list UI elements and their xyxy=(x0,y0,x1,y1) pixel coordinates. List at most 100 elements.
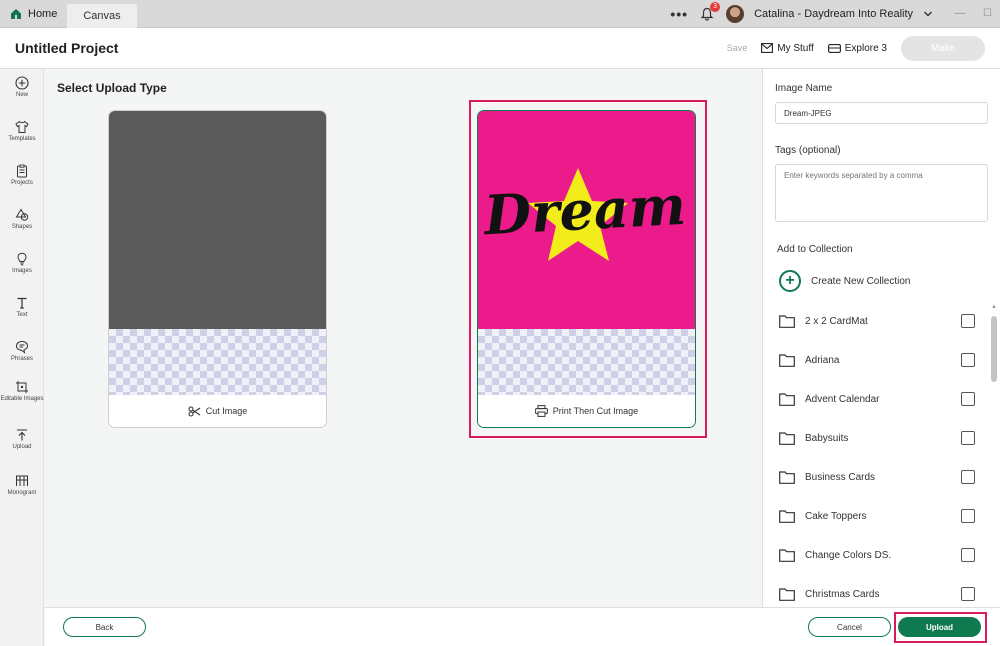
tags-label: Tags (optional) xyxy=(775,145,841,156)
collection-name: Business Cards xyxy=(805,471,876,483)
cut-image-caption: Cut Image xyxy=(109,395,326,427)
print-then-cut-caption: Print Then Cut Image xyxy=(478,395,695,427)
tab-home[interactable]: Home xyxy=(0,0,67,28)
user-name[interactable]: Catalina - Daydream Into Reality xyxy=(754,8,913,20)
scroll-thumb[interactable] xyxy=(991,316,997,382)
sidebar-item-templates[interactable]: Templates xyxy=(0,120,44,143)
window-controls: ― ☐ xyxy=(955,8,992,19)
speech-bubble-icon xyxy=(15,340,29,354)
folder-icon xyxy=(779,314,795,328)
collection-name: Adriana xyxy=(805,354,840,366)
sidebar-label: Images xyxy=(12,268,32,274)
cut-image-preview xyxy=(109,111,326,329)
sidebar-item-editable-images[interactable]: Editable Images xyxy=(0,380,44,403)
explore-button[interactable]: Explore 3 xyxy=(827,43,887,54)
collection-checkbox[interactable] xyxy=(961,470,975,484)
collection-item[interactable]: Christmas Cards xyxy=(779,583,975,605)
shapes-icon xyxy=(15,208,29,221)
collection-item[interactable]: Advent Calendar xyxy=(779,388,975,410)
collection-checkbox[interactable] xyxy=(961,587,975,601)
collection-name: Cake Toppers xyxy=(805,510,867,522)
sidebar-item-text[interactable]: Text xyxy=(0,296,44,319)
cut-image-card[interactable]: Cut Image xyxy=(108,110,327,428)
folder-icon xyxy=(779,353,795,367)
sidebar-label: Editable Images xyxy=(0,396,44,402)
sidebar-item-projects[interactable]: Projects xyxy=(0,164,44,187)
collection-item[interactable]: Adriana xyxy=(779,349,975,371)
sidebar-label: Text xyxy=(16,312,28,318)
sidebar-label: Phrases xyxy=(10,356,33,362)
notifications-button[interactable]: 3 xyxy=(698,1,721,23)
transparency-preview xyxy=(478,329,695,395)
sidebar-item-monogram[interactable]: Monogram xyxy=(0,474,44,497)
notification-badge: 3 xyxy=(710,1,721,12)
avatar[interactable] xyxy=(726,4,745,23)
sidebar-item-new[interactable]: New xyxy=(0,76,44,99)
back-button[interactable]: Back xyxy=(63,617,146,637)
sidebar-label: Projects xyxy=(11,180,33,186)
collection-label: Add to Collection xyxy=(777,244,853,255)
minimize-icon[interactable]: ― xyxy=(955,8,965,19)
make-button[interactable]: Make xyxy=(901,35,985,61)
project-title[interactable]: Untitled Project xyxy=(15,40,118,56)
image-details-panel: Image Name Tags (optional) Add to Collec… xyxy=(762,69,1000,607)
sidebar-item-upload[interactable]: Upload xyxy=(0,428,44,451)
collection-checkbox[interactable] xyxy=(961,353,975,367)
collection-item[interactable]: Cake Toppers xyxy=(779,505,975,527)
title-bar: Home Canvas ••• 3 Catalina - Daydream In… xyxy=(0,0,1000,28)
collection-checkbox[interactable] xyxy=(961,392,975,406)
footer-bar: Back Cancel Upload xyxy=(45,607,1000,646)
tags-input[interactable] xyxy=(775,164,988,222)
plus-circle-icon xyxy=(15,76,29,90)
cancel-button[interactable]: Cancel xyxy=(808,617,891,637)
image-name-input[interactable] xyxy=(775,102,988,124)
collection-name: Change Colors DS. xyxy=(805,549,892,561)
collections-scrollbar[interactable]: ▲ xyxy=(990,304,998,607)
transparency-preview xyxy=(109,329,326,395)
collection-checkbox[interactable] xyxy=(961,509,975,523)
machine-icon xyxy=(827,43,841,53)
sidebar-item-phrases[interactable]: Phrases xyxy=(0,340,44,363)
clipboard-icon xyxy=(17,164,27,178)
my-stuff-button[interactable]: My Stuff xyxy=(761,43,814,54)
sidebar-label: Monogram xyxy=(7,490,37,496)
dream-text: Dream xyxy=(481,173,688,248)
collection-item[interactable]: Change Colors DS. xyxy=(779,544,975,566)
tab-canvas-label: Canvas xyxy=(83,9,121,22)
upload-button[interactable]: Upload xyxy=(898,617,981,637)
collection-item[interactable]: 2 x 2 CardMat xyxy=(779,310,975,332)
maximize-icon[interactable]: ☐ xyxy=(983,8,992,19)
folder-icon xyxy=(779,470,795,484)
dream-star-artwork: Dream xyxy=(481,168,688,261)
sidebar-label: Templates xyxy=(8,136,36,142)
sidebar-item-images[interactable]: Images xyxy=(0,252,44,275)
collection-checkbox[interactable] xyxy=(961,548,975,562)
collection-item[interactable]: Babysuits xyxy=(779,427,975,449)
upload-type-area: Select Upload Type Cut Image Dream Print… xyxy=(45,69,761,607)
sidebar-item-shapes[interactable]: Shapes xyxy=(0,208,44,231)
scroll-up-icon[interactable]: ▲ xyxy=(991,304,997,310)
collection-checkbox[interactable] xyxy=(961,314,975,328)
folder-icon xyxy=(779,392,795,406)
folder-icon xyxy=(779,587,795,601)
print-then-cut-label: Print Then Cut Image xyxy=(552,406,639,416)
create-new-collection-button[interactable]: + Create New Collection xyxy=(779,270,911,292)
collection-name: Christmas Cards xyxy=(805,588,880,600)
home-icon xyxy=(11,8,21,19)
collection-name: Advent Calendar xyxy=(805,393,880,405)
printer-icon xyxy=(534,405,548,417)
my-stuff-label: My Stuff xyxy=(777,42,814,54)
shirt-icon xyxy=(15,120,29,133)
left-sidebar: New Templates Projects Shapes Images Tex… xyxy=(0,69,44,646)
save-button[interactable]: Save xyxy=(727,43,748,53)
section-title: Select Upload Type xyxy=(57,81,167,95)
tab-canvas[interactable]: Canvas xyxy=(67,3,137,28)
scissors-icon xyxy=(188,405,201,417)
print-then-cut-card[interactable]: Dream Print Then Cut Image xyxy=(477,110,696,428)
plus-icon: + xyxy=(779,270,801,292)
more-icon[interactable]: ••• xyxy=(670,6,688,22)
chevron-down-icon[interactable] xyxy=(923,9,933,19)
collection-checkbox[interactable] xyxy=(961,431,975,445)
collection-item[interactable]: Business Cards xyxy=(779,466,975,488)
sidebar-label: Upload xyxy=(12,444,32,450)
